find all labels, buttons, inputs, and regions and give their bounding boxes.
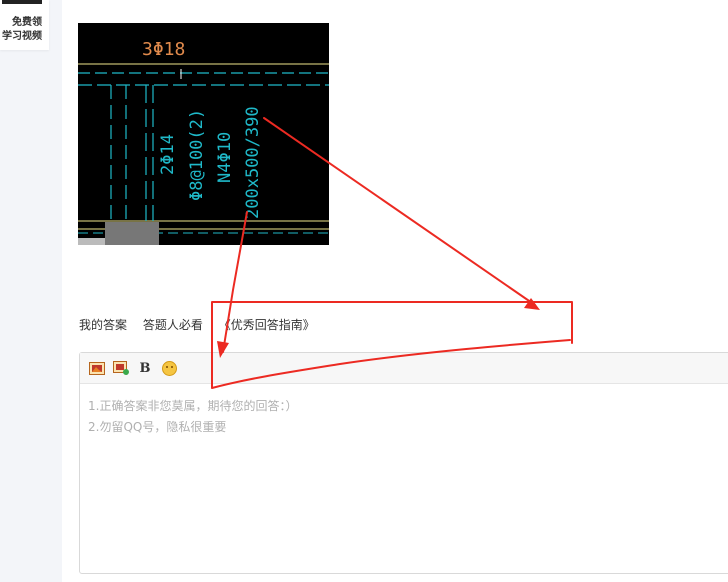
placeholder-line-1: 1.正确答案非您莫属，期待您的回答：） (88, 399, 298, 413)
side-promo-card[interactable]: 免费领 学习视频 (0, 0, 49, 50)
answer-editor[interactable]: B 1.正确答案非您莫属，期待您的回答：） 2.勿留QQ号，隐私很重要 (79, 352, 728, 574)
insert-photo-button[interactable] (112, 359, 130, 377)
image-icon (89, 361, 105, 375)
cad-stirrup-note: 2Φ14 (158, 134, 178, 175)
emoji-icon (161, 360, 177, 376)
editor-placeholder[interactable]: 1.正确答案非您莫属，期待您的回答：） 2.勿留QQ号，隐私很重要 (80, 384, 728, 450)
answer-bar: 我的答案 答题人必看 《优秀回答指南》 (79, 316, 315, 333)
emoji-button[interactable] (160, 359, 178, 377)
my-answer-label: 我的答案 (79, 318, 128, 332)
photo-icon (113, 361, 129, 375)
cad-top-bars-label: 3Φ18 (142, 39, 185, 60)
insert-image-button[interactable] (88, 359, 106, 377)
placeholder-line-2: 2.勿留QQ号，隐私很重要 (88, 420, 227, 434)
cad-drawing-image: 3Φ18 2Φ14 Φ8@100(2) N4Φ10 200x500/390 (78, 23, 329, 245)
answer-guide-link[interactable]: 《优秀回答指南》 (219, 318, 315, 332)
bold-button[interactable]: B (136, 359, 154, 377)
cad-side-bars: N4Φ10 (215, 132, 235, 183)
logo-icon (2, 0, 42, 4)
promo-line-2: 学习视频 (2, 31, 42, 42)
must-read-label: 答题人必看 (142, 318, 203, 332)
editor-toolbar: B (80, 353, 728, 384)
cad-grey-block (78, 238, 105, 245)
cad-grey-block (105, 222, 159, 245)
promo-line-1: 免费领 (12, 17, 42, 28)
cad-drawing-svg: 3Φ18 2Φ14 Φ8@100(2) N4Φ10 200x500/390 (78, 39, 329, 245)
cad-section-size: 200x500/390 (243, 106, 263, 219)
cad-stirrup-spacing: Φ8@100(2) (187, 109, 207, 201)
